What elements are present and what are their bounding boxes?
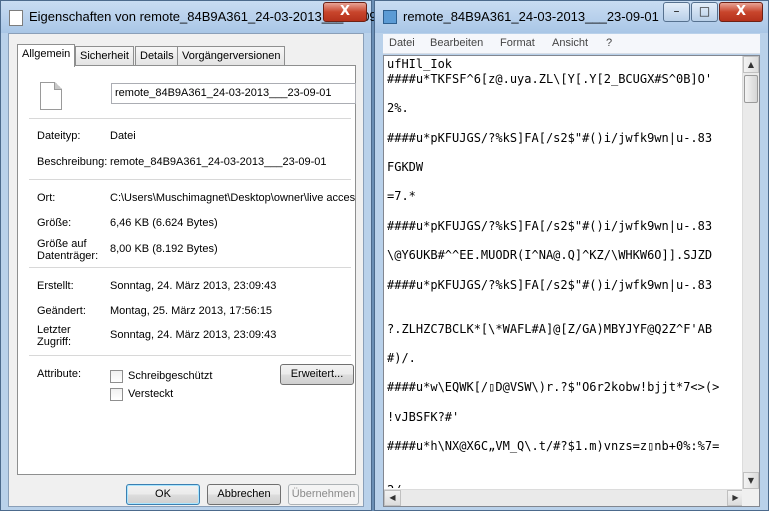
divider bbox=[29, 118, 351, 119]
text-line: FGKDW bbox=[387, 159, 424, 174]
text-editor[interactable]: ufHIl_Iok ####u*TKFSF^6[z@.uya.ZL\[Y[.Y[2… bbox=[383, 55, 760, 507]
text-line: ####u*pKFUJGS/?%kS]FA[/s2$"#()i/jwfk9wn|… bbox=[387, 130, 713, 145]
description-label: Beschreibung: bbox=[37, 156, 108, 168]
advanced-button[interactable]: Erweitert... bbox=[280, 364, 354, 385]
scroll-left-icon[interactable]: ◀ bbox=[384, 490, 401, 506]
location-value: C:\Users\Muschimagnet\Desktop\owner\live… bbox=[110, 192, 356, 204]
divider bbox=[29, 267, 351, 268]
menu-datei[interactable]: Datei bbox=[389, 37, 415, 49]
scroll-thumb[interactable] bbox=[744, 75, 758, 103]
text-line: 2%. bbox=[387, 101, 409, 116]
menu-bar: Datei Bearbeiten Format Ansicht ? bbox=[383, 34, 760, 54]
properties-titlebar[interactable]: Eigenschaften von remote_84B9A361_24-03-… bbox=[1, 1, 395, 33]
file-icon bbox=[9, 10, 23, 26]
notepad-titlebar[interactable]: remote_84B9A361_24-03-2013___23-09-01 - … bbox=[375, 1, 768, 33]
close-button[interactable]: X bbox=[323, 2, 367, 22]
created-label: Erstellt: bbox=[37, 280, 74, 292]
apply-button[interactable]: Übernehmen bbox=[288, 484, 359, 505]
size-value: 6,46 KB (6.624 Bytes) bbox=[110, 217, 218, 229]
text-content[interactable]: ufHIl_Iok ####u*TKFSF^6[z@.uya.ZL\[Y[.Y[2… bbox=[385, 56, 743, 488]
divider bbox=[29, 179, 351, 180]
scroll-corner bbox=[742, 489, 759, 506]
text-line: ufHIl_Iok bbox=[387, 57, 453, 71]
properties-window: Eigenschaften von remote_84B9A361_24-03-… bbox=[0, 0, 395, 511]
notepad-title: remote_84B9A361_24-03-2013___23-09-01 - … bbox=[403, 9, 690, 24]
text-line: ####u*pKFUJGS/?%kS]FA[/s2$"#()i/jwfk9wn|… bbox=[387, 218, 713, 233]
text-line: ####u*pKFUJGS/?%kS]FA[/s2$"#()i/jwfk9wn|… bbox=[387, 277, 713, 292]
type-value: Datei bbox=[110, 130, 136, 142]
tab-sicherheit[interactable]: Sicherheit bbox=[75, 46, 134, 66]
file-type-icon bbox=[40, 82, 62, 110]
general-tab-panel: remote_84B9A361_24-03-2013___23-09-01 Da… bbox=[17, 65, 356, 475]
attributes-label: Attribute: bbox=[37, 368, 82, 380]
description-value: remote_84B9A361_24-03-2013___23-09-01 bbox=[110, 156, 327, 168]
disk-size-label-line2: Datenträger: bbox=[37, 250, 99, 262]
ok-button[interactable]: OK bbox=[126, 484, 200, 505]
accessed-label-line2: Zugriff: bbox=[37, 336, 72, 348]
size-label: Größe: bbox=[37, 217, 72, 229]
properties-body: Allgemein Sicherheit Details Vorgängerve… bbox=[8, 33, 364, 507]
text-line: =7.* bbox=[387, 189, 416, 204]
text-line: #)/. bbox=[387, 351, 416, 365]
text-line: 2/ bbox=[387, 483, 401, 488]
type-label: Dateityp: bbox=[37, 130, 81, 142]
menu-format[interactable]: Format bbox=[500, 37, 535, 49]
horizontal-scrollbar[interactable]: ◀ ▶ bbox=[384, 489, 744, 506]
file-name-field[interactable]: remote_84B9A361_24-03-2013___23-09-01 bbox=[111, 83, 356, 104]
text-line: ####u*w\EQWK[/▯D@VSW\)r.?$"O6r2kobw!bjjt… bbox=[387, 380, 720, 395]
cancel-button[interactable]: Abbrechen bbox=[207, 484, 281, 505]
tab-allgemein[interactable]: Allgemein bbox=[17, 44, 76, 67]
location-label: Ort: bbox=[37, 192, 56, 204]
menu-help[interactable]: ? bbox=[606, 37, 612, 49]
divider bbox=[29, 355, 351, 356]
minimize-button[interactable]: – bbox=[663, 2, 690, 22]
text-line: ?.ZLHZC7BCLK*[\*WAFL#A]@[Z/GA)MBYJYF@Q2Z… bbox=[387, 321, 713, 336]
readonly-checkbox[interactable] bbox=[110, 370, 123, 383]
text-line: \@Y6UKB#^^EE.MUODR(I^NA@.Q]^KZ/\WHKW6O]]… bbox=[387, 248, 713, 263]
text-line: ####u*h\NX@X6C„VM_Q\.t/#?$1.m)vnzs=z▯nb+… bbox=[387, 439, 720, 454]
notepad-close-button[interactable]: X bbox=[719, 2, 763, 22]
menu-bearbeiten[interactable]: Bearbeiten bbox=[430, 37, 483, 49]
text-line: !vJBSFK?#' bbox=[387, 409, 460, 424]
modified-label: Geändert: bbox=[37, 305, 86, 317]
created-value: Sonntag, 24. März 2013, 23:09:43 bbox=[110, 280, 277, 292]
disk-size-value: 8,00 KB (8.192 Bytes) bbox=[110, 243, 218, 255]
scroll-up-icon[interactable]: ▲ bbox=[743, 56, 759, 73]
hidden-checkbox[interactable] bbox=[110, 388, 123, 401]
accessed-value: Sonntag, 24. März 2013, 23:09:43 bbox=[110, 329, 277, 341]
notepad-window: remote_84B9A361_24-03-2013___23-09-01 - … bbox=[374, 0, 769, 511]
vertical-scrollbar[interactable]: ▲ ▼ bbox=[742, 56, 759, 489]
maximize-button[interactable]: □ bbox=[691, 2, 718, 22]
text-line: ####u*TKFSF^6[z@.uya.ZL\[Y[.Y[2_BCUGX#S^… bbox=[387, 71, 713, 86]
hidden-checkbox-label[interactable]: Versteckt bbox=[128, 388, 173, 400]
notepad-icon bbox=[383, 10, 397, 24]
tab-vorgaengerversionen[interactable]: Vorgängerversionen bbox=[177, 46, 286, 66]
modified-value: Montag, 25. März 2013, 17:56:15 bbox=[110, 305, 273, 317]
tab-details[interactable]: Details bbox=[135, 46, 179, 66]
scroll-down-icon[interactable]: ▼ bbox=[743, 472, 759, 489]
readonly-checkbox-label[interactable]: Schreibgeschützt bbox=[128, 370, 212, 382]
menu-ansicht[interactable]: Ansicht bbox=[552, 37, 588, 49]
